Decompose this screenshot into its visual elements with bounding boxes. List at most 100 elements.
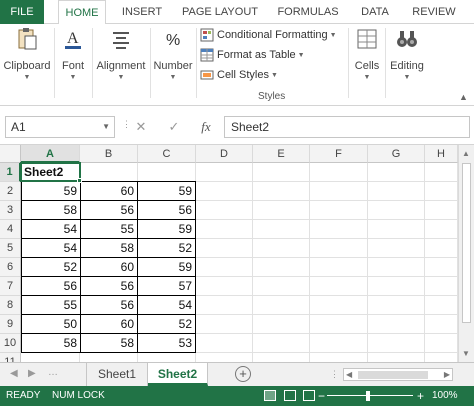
sheet-tab-sheet2[interactable]: Sheet2 [148,363,208,386]
cell[interactable] [310,201,368,220]
cell[interactable] [368,239,425,258]
drag-handle-icon[interactable]: ⋮ [122,119,131,130]
data-cell[interactable]: 58 [80,239,138,258]
cell[interactable] [80,163,138,182]
enter-icon[interactable]: ✓ [164,116,184,138]
cell[interactable] [196,220,253,239]
cell[interactable] [425,277,458,296]
cell[interactable] [368,163,425,182]
scroll-up-icon[interactable]: ▲ [462,149,470,158]
data-cell[interactable]: 52 [138,239,196,258]
data-cell[interactable]: 55 [80,220,138,239]
number-button[interactable]: % Number ▼ [152,26,194,81]
cell[interactable] [368,296,425,315]
cell[interactable] [196,258,253,277]
zoom-out-icon[interactable]: − [318,386,325,406]
cell[interactable] [138,163,196,182]
row-header-7[interactable]: 7 [0,277,21,296]
data-cell[interactable]: 56 [138,201,196,220]
column-header-f[interactable]: F [310,145,368,163]
tab-page-layout[interactable]: PAGE LAYOUT [180,0,260,24]
cell[interactable] [253,277,310,296]
conditional-formatting-button[interactable]: Conditional Formatting ▼ [200,26,337,44]
row-header-10[interactable]: 10 [0,334,21,353]
cell[interactable] [253,201,310,220]
cell[interactable] [196,163,253,182]
vertical-scrollbar[interactable]: ▲ ▼ [458,145,474,362]
column-header-b[interactable]: B [80,145,138,163]
cell[interactable] [196,334,253,353]
cell[interactable] [425,353,458,362]
data-cell[interactable]: 59 [138,258,196,277]
tab-insert[interactable]: INSERT [118,0,166,24]
row-header-11[interactable]: 11 [0,353,21,362]
column-header-a[interactable]: A [21,145,80,163]
cell[interactable] [196,239,253,258]
normal-view-icon[interactable] [264,390,276,401]
select-all-corner[interactable] [0,145,21,163]
formula-input[interactable]: Sheet2 [224,116,470,138]
cell[interactable] [425,163,458,182]
cell-a1[interactable]: Sheet2 [21,163,80,182]
cell[interactable] [310,296,368,315]
prev-sheet-icon[interactable]: ◀ [10,368,18,379]
horizontal-scrollbar[interactable]: ◀ ▶ [343,368,453,381]
cancel-icon[interactable]: ✕ [131,116,151,138]
cell[interactable] [253,220,310,239]
cell-styles-button[interactable]: Cell Styles ▼ [200,66,278,84]
cell[interactable] [196,277,253,296]
fill-handle[interactable] [77,178,82,183]
sheet-tab-sheet1[interactable]: Sheet1 [86,363,148,386]
tab-file[interactable]: FILE [0,0,44,24]
cell[interactable] [368,315,425,334]
cell[interactable] [425,334,458,353]
column-header-g[interactable]: G [368,145,425,163]
cell[interactable] [253,163,310,182]
cell[interactable] [310,353,368,362]
zoom-slider-thumb[interactable] [366,391,370,401]
scroll-thumb[interactable] [462,163,471,323]
cell[interactable] [253,258,310,277]
row-header-5[interactable]: 5 [0,239,21,258]
row-header-3[interactable]: 3 [0,201,21,220]
data-cell[interactable]: 59 [138,220,196,239]
zoom-slider[interactable] [327,395,413,396]
cell[interactable] [253,315,310,334]
row-header-4[interactable]: 4 [0,220,21,239]
cell[interactable] [425,258,458,277]
data-cell[interactable]: 60 [80,258,138,277]
data-cell[interactable]: 54 [138,296,196,315]
cell[interactable] [196,182,253,201]
row-header-8[interactable]: 8 [0,296,21,315]
cell[interactable] [310,220,368,239]
cell[interactable] [310,334,368,353]
cell[interactable] [425,201,458,220]
cell[interactable] [138,353,196,362]
scroll-right-icon[interactable]: ▶ [444,369,450,381]
cells-button[interactable]: Cells ▼ [352,26,382,81]
next-sheet-icon[interactable]: ▶ [28,368,36,379]
cell[interactable] [196,201,253,220]
add-sheet-button[interactable]: + [235,366,251,382]
cell[interactable] [425,296,458,315]
cell[interactable] [425,220,458,239]
cell[interactable] [368,277,425,296]
cell[interactable] [368,201,425,220]
cell[interactable] [253,296,310,315]
more-sheets-icon[interactable]: … [48,367,58,378]
scroll-left-icon[interactable]: ◀ [346,369,352,381]
scroll-thumb[interactable] [358,371,428,379]
cell[interactable] [368,334,425,353]
page-layout-view-icon[interactable] [284,390,296,401]
data-cell[interactable]: 52 [138,315,196,334]
data-cell[interactable]: 56 [21,277,81,296]
data-cell[interactable]: 53 [138,334,196,353]
column-header-c[interactable]: C [138,145,196,163]
cell[interactable] [253,353,310,362]
zoom-in-icon[interactable]: + [417,386,424,406]
row-header-9[interactable]: 9 [0,315,21,334]
cell[interactable] [368,182,425,201]
data-cell[interactable]: 55 [21,296,81,315]
cell[interactable] [368,353,425,362]
tab-home[interactable]: HOME [58,0,106,25]
